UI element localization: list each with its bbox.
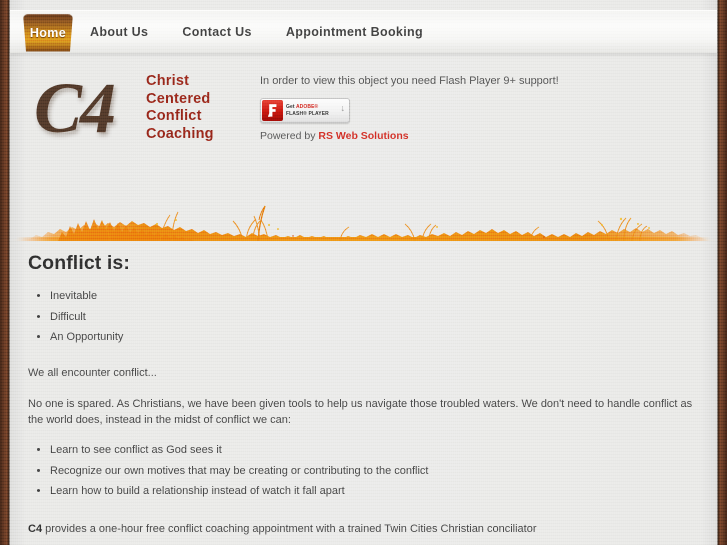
nav-item-about-us[interactable]: About Us [73,11,165,53]
logo-tagline-line-4: Coaching [146,125,214,142]
nav-label-about-us: About Us [90,25,149,39]
logo-tagline: Christ Centered Conflict Coaching [146,73,214,143]
rs-web-solutions-link[interactable]: RS Web Solutions [318,130,408,142]
list-item: Recognize our own motives that may be cr… [50,464,709,479]
nav-label-appointment-booking: Appointment Booking [285,25,424,39]
main-content: Conflict is: Inevitable Difficult An Opp… [28,252,709,545]
top-navigation-bar: Home About Us Contact Us Appointment Boo… [10,10,717,53]
list-item: Difficult [50,310,709,325]
flash-badge-text: Get ADOBE® FLASH® PLAYER [286,104,329,117]
flash-badge-line-2: FLASH® PLAYER [286,110,329,117]
powered-by-prefix: Powered by [260,130,319,142]
logo-c4-mark: C4 [34,68,116,148]
nav-label-contact-us: Contact Us [182,25,252,39]
flash-badge-get: Get [286,104,295,110]
conflict-attributes-list: Inevitable Difficult An Opportunity [28,289,709,345]
flash-player-icon [262,100,283,121]
site-header: C4 Christ Centered Conflict Coaching In … [10,62,717,187]
logo-tagline-line-1: Christ [146,73,190,89]
nav-item-contact-us[interactable]: Contact Us [165,11,268,53]
grass-divider-graphic [10,196,717,252]
download-arrow-icon: ↓ [340,103,346,113]
appointment-note: C4 provides a one-hour free conflict coa… [28,522,709,538]
page-title: Conflict is: [28,252,130,274]
site-logo[interactable]: C4 Christ Centered Conflict Coaching [30,70,214,146]
list-item: Inevitable [50,289,709,304]
flash-player-notice: In order to view this object you need Fl… [260,74,560,142]
flash-badge-adobe: ADOBE® [295,104,319,110]
powered-by-credit: Powered by RS Web Solutions [260,130,560,142]
intro-paragraph: We all encounter conflict... [28,366,157,379]
logo-tagline-line-2: Centered [146,90,211,107]
nav-tab-home-active[interactable]: Home [23,13,73,52]
body-paragraph: No one is spared. As Christians, we have… [28,398,693,426]
list-item: An Opportunity [50,330,709,345]
logo-tagline-line-3: Conflict [146,108,202,124]
appointment-note-bold: C4 [28,522,43,535]
conflict-skills-list: Learn to see conflict as God sees it Rec… [28,443,709,499]
get-adobe-flash-player-button[interactable]: Get ADOBE® FLASH® PLAYER ↓ [260,98,350,123]
nav-label-home: Home [29,25,67,40]
page-root: Home About Us Contact Us Appointment Boo… [0,0,727,545]
flash-required-message: In order to view this object you need Fl… [260,75,559,87]
list-item: Learn to see conflict as God sees it [50,443,709,458]
list-item: Learn how to build a relationship instea… [50,484,709,499]
nav-list: Home About Us Contact Us Appointment Boo… [10,11,440,53]
nav-item-appointment-booking[interactable]: Appointment Booking [269,11,440,53]
sidebar-item-home[interactable]: Home [23,11,73,53]
appointment-note-text: provides a one-hour free conflict coachi… [42,522,537,535]
